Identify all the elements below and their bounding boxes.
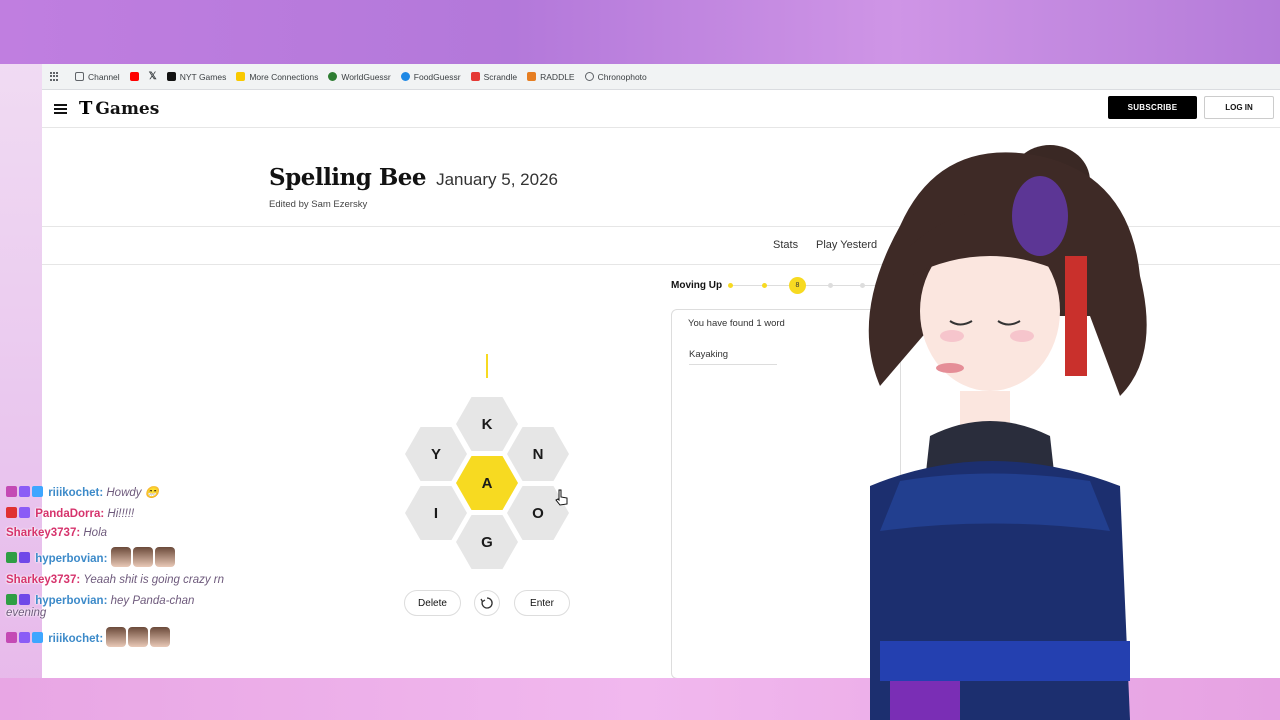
- hive-cell-outer[interactable]: Y: [405, 427, 467, 481]
- chat-username: hyperbovian: [35, 594, 104, 607]
- emote-icon: [128, 626, 149, 647]
- bookmark-x[interactable]: 𝕏: [149, 71, 157, 82]
- folder-icon: [75, 72, 84, 81]
- badge-icon: [19, 486, 30, 497]
- badge-icon: [19, 551, 30, 563]
- badge-icon: [6, 593, 17, 605]
- puzzle-title-row: Spelling Bee January 5, 2026: [269, 164, 558, 191]
- badge-icon: [32, 631, 43, 643]
- bookmarks-bar: Channel 𝕏 NYT Games More Connections Wor…: [42, 64, 1280, 90]
- page-title: Spelling Bee: [269, 164, 427, 191]
- chat-text: Yeaah shit is going crazy rn: [83, 573, 225, 586]
- connections-icon: [236, 72, 246, 81]
- scrandle-icon: [470, 72, 480, 81]
- chat-username: PandaDorra: [35, 507, 101, 520]
- progress-dot: [828, 283, 833, 288]
- login-button[interactable]: LOG IN: [1204, 96, 1274, 119]
- globe-icon: [328, 72, 338, 81]
- badge-icon: [6, 486, 17, 497]
- badge-icon: [6, 551, 17, 563]
- chat-text: Hola: [83, 527, 108, 540]
- chat-username: hyperbovian: [35, 552, 104, 565]
- emote-icon: [110, 546, 131, 567]
- bookmark-nyt-games[interactable]: NYT Games: [166, 72, 226, 82]
- bookmark-channel[interactable]: Channel: [75, 72, 120, 82]
- bookmark-more-connections[interactable]: More Connections: [236, 72, 318, 82]
- shuffle-icon: [480, 597, 493, 609]
- chat-overlay: riiikochet: Howdy 😁 PandaDorra: Hi!!!!! …: [6, 486, 226, 654]
- youtube-icon: [129, 72, 139, 81]
- bookmark-youtube[interactable]: [129, 72, 139, 81]
- bookmark-scrandle[interactable]: Scrandle: [470, 72, 517, 82]
- stream-background-top: [0, 0, 1280, 64]
- chat-message: riiikochet: Howdy 😁: [6, 486, 226, 500]
- chat-message: Sharkey3737: Yeaah shit is going crazy r…: [6, 573, 225, 586]
- emote-icon: [106, 626, 127, 647]
- x-logo-icon: 𝕏: [148, 71, 157, 82]
- chat-message: hyperbovian: hey Panda-chan evening: [6, 593, 195, 620]
- hive-cell-outer[interactable]: G: [456, 515, 518, 569]
- emote-icon: [132, 546, 153, 567]
- badge-icon: [6, 506, 17, 518]
- chat-username: Sharkey3737: [6, 573, 77, 586]
- puzzle-date: January 5, 2026: [436, 170, 558, 189]
- editor-credit: Edited by Sam Ezersky: [269, 199, 368, 210]
- badge-icon: [32, 486, 43, 497]
- chat-message: riiikochet:: [6, 626, 226, 647]
- bookmark-foodguessr[interactable]: FoodGuessr: [400, 72, 461, 82]
- chat-message: Sharkey3737: Hola: [6, 527, 108, 540]
- hive-cell-outer[interactable]: N: [507, 427, 569, 481]
- badge-icon: [19, 593, 30, 605]
- menu-icon[interactable]: [54, 103, 67, 114]
- input-cursor: [486, 354, 488, 378]
- apps-grid-icon[interactable]: [50, 72, 59, 81]
- badge-icon: [19, 631, 30, 643]
- chat-username: Sharkey3737: [6, 527, 77, 540]
- chat-message: hyperbovian:: [6, 546, 226, 567]
- stats-link[interactable]: Stats: [773, 239, 798, 251]
- bookmark-worldguessr[interactable]: WorldGuessr: [328, 72, 391, 82]
- site-header: T Games SUBSCRIBE LOG IN: [42, 90, 1280, 128]
- enter-button[interactable]: Enter: [514, 590, 570, 616]
- nyt-games-logo[interactable]: T Games: [79, 98, 159, 119]
- badge-icon: [6, 631, 17, 643]
- raddle-icon: [527, 72, 537, 81]
- camera-icon: [584, 72, 594, 81]
- found-count: You have found 1 word: [688, 318, 785, 329]
- nyt-icon: [166, 72, 176, 81]
- rank-label: Moving Up: [671, 280, 723, 291]
- delete-button[interactable]: Delete: [404, 590, 461, 616]
- chat-text: Hi!!!!!: [107, 507, 135, 520]
- chat-username: riiikochet: [48, 487, 100, 499]
- progress-score: 8: [789, 277, 806, 294]
- emote-icon: [154, 546, 175, 567]
- bookmark-chronophoto[interactable]: Chronophoto: [584, 72, 647, 82]
- chat-message: PandaDorra: Hi!!!!!: [6, 506, 226, 521]
- vtuber-avatar: [868, 145, 1147, 720]
- chat-username: riiikochet: [48, 632, 100, 645]
- progress-dot: [762, 283, 767, 288]
- chat-text: Howdy 😁: [106, 487, 160, 499]
- progress-dot: [728, 283, 733, 288]
- hive-cell-outer[interactable]: I: [405, 486, 467, 540]
- hand-cursor-icon: [555, 489, 568, 506]
- badge-icon: [19, 506, 30, 518]
- shuffle-button[interactable]: [474, 590, 500, 616]
- hive-cell-outer[interactable]: K: [456, 397, 518, 451]
- bookmark-raddle[interactable]: RADDLE: [527, 72, 575, 82]
- emote-icon: [150, 626, 171, 647]
- found-word: Kayaking: [689, 349, 777, 365]
- food-icon: [400, 72, 410, 81]
- subscribe-button[interactable]: SUBSCRIBE: [1108, 96, 1197, 119]
- hive-cell-center[interactable]: A: [456, 456, 518, 510]
